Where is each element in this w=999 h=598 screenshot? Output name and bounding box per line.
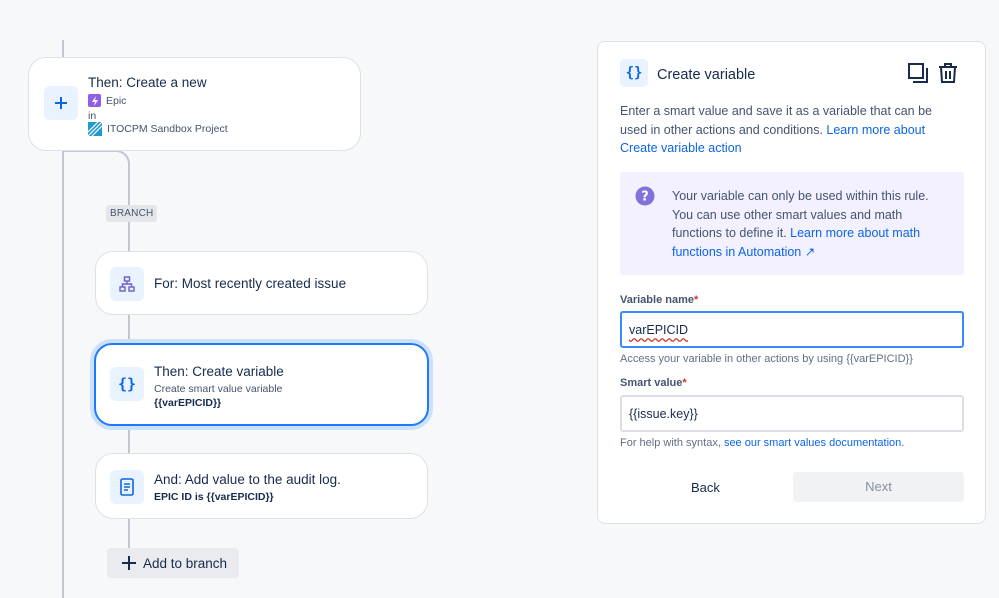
plus-icon [122,556,136,570]
in-label: in [88,110,97,122]
project-name: ITOCPM Sandbox Project [107,123,228,135]
card-title: Then: Create a new [88,75,207,90]
card-value: {{varEPICID}} [154,397,222,409]
epic-icon [88,94,101,107]
issue-type-label: Epic [106,94,127,107]
issue-type-row: Epic [88,94,126,107]
smart-value-label: Smart value* [620,377,687,389]
flow-line-main [62,40,64,58]
config-panel: {} Create variable Enter a smart value a… [597,41,986,524]
card-title: Then: Create variable [154,364,284,379]
smart-value-value: {{issue.key}} [629,407,698,421]
variable-name-label: Variable name* [620,294,698,306]
card-title: For: Most recently created issue [154,276,347,291]
project-row: ITOCPM Sandbox Project [88,122,228,136]
info-box: ? Your variable can only be used within … [620,172,964,275]
project-avatar-icon [88,122,102,136]
variable-name-label-text: Variable name [620,294,694,306]
svg-text:?: ? [641,190,649,205]
create-issue-card[interactable]: Then: Create a new Epic in ITOCPM Sandbo… [28,57,361,151]
panel-description: Enter a smart value and save it as a var… [620,102,950,158]
panel-braces-icon-box: {} [620,59,648,87]
required-mark: * [682,377,687,389]
audit-log-card[interactable]: And: Add value to the audit log. EPIC ID… [95,453,428,519]
next-button[interactable]: Next [793,472,964,502]
delete-icon[interactable] [937,62,959,84]
panel-title: Create variable [657,67,756,83]
info-text: Your variable can only be used within th… [672,187,952,261]
hierarchy-icon [119,276,135,292]
braces-icon: {} [625,65,643,81]
branch-icon-box [110,267,144,301]
branch-connector [62,150,130,198]
smart-value-help-text: For help with syntax, [620,437,721,449]
card-value: EPIC ID is {{varEPICID}} [154,491,274,503]
log-icon-box [110,470,144,504]
variable-name-input[interactable]: varEPICID [620,311,964,348]
braces-icon: {} [117,375,137,393]
back-button[interactable]: Back [691,480,720,495]
add-to-branch-button[interactable]: Add to branch [107,548,239,578]
braces-icon-box: {} [110,367,144,401]
flow-line-main [62,150,64,598]
duplicate-icon[interactable] [907,62,929,84]
plus-icon [55,97,67,109]
document-icon [120,478,134,496]
question-icon: ? [635,186,655,206]
card-title: And: Add value to the audit log. [154,472,341,487]
branch-tag: BRANCH [106,205,158,222]
required-mark: * [694,294,699,306]
smart-value-help: For help with syntax, see our smart valu… [620,437,904,449]
variable-name-help: Access your variable in other actions by… [620,353,913,365]
smart-value-input[interactable]: {{issue.key}} [620,395,964,432]
create-variable-card[interactable]: {} Then: Create variable Create smart va… [94,343,429,426]
smart-value-label-text: Smart value [620,377,683,389]
add-icon-box [44,86,78,120]
add-to-branch-label: Add to branch [143,555,228,571]
variable-name-value: varEPICID [629,323,689,337]
card-subtitle: Create smart value variable [154,383,283,395]
for-branch-card[interactable]: For: Most recently created issue [95,251,428,315]
smart-values-docs-link[interactable]: see our smart values documentation. [724,437,904,449]
